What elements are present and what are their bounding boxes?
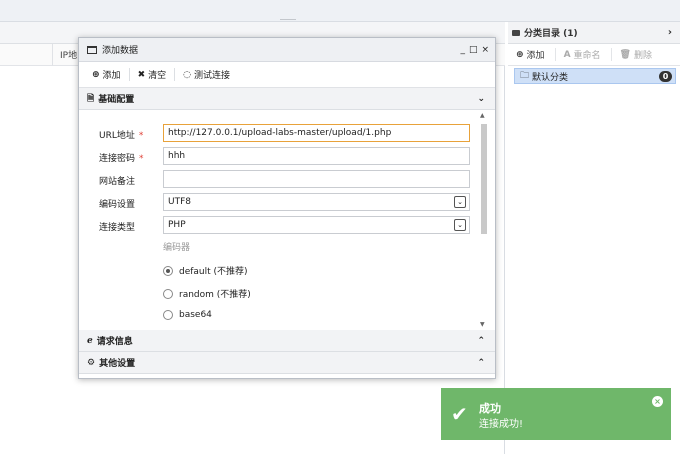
chevron-down-icon: ⌄: [477, 93, 485, 104]
trash-icon: 🗑: [619, 49, 631, 60]
encoding-value: UTF8: [168, 197, 191, 207]
top-bar: [0, 0, 680, 22]
encoding-select[interactable]: UTF8 ⌄: [163, 193, 470, 211]
basic-config-form: ▲ ▼ URL地址 * http://127.0.0.1/upload-labs-…: [79, 110, 495, 330]
password-label: 连接密码 *: [99, 154, 144, 164]
window-controls: _ □ ×: [460, 45, 489, 55]
scroll-up-icon[interactable]: ▲: [480, 112, 485, 119]
radio-selected-icon: [163, 265, 173, 276]
scroll-thumb[interactable]: [481, 124, 487, 234]
url-input[interactable]: http://127.0.0.1/upload-labs-master/uplo…: [163, 124, 470, 142]
chevron-down-icon: ⌄: [454, 196, 466, 208]
category-add-label: 添加: [526, 51, 545, 61]
category-delete-label: 删除: [633, 51, 652, 61]
refresh-icon: ◌: [183, 69, 191, 80]
scroll-down-icon[interactable]: ▼: [480, 321, 485, 328]
splitter-grip[interactable]: [280, 19, 296, 21]
dialog-toolbar: ⊕ 添加 ✖ 清空 ◌ 测试连接: [79, 62, 495, 88]
type-row: 连接类型 PHP ⌄: [79, 216, 479, 234]
type-value: PHP: [168, 220, 186, 230]
clear-button[interactable]: ✖ 清空: [138, 68, 176, 81]
chevron-up-icon: ⌃: [477, 357, 485, 368]
category-item-default[interactable]: 🗀 默认分类 0: [514, 68, 676, 84]
ie-icon: ℯ: [87, 335, 93, 346]
section-other-settings[interactable]: ⚙ 其他设置 ⌃: [79, 352, 495, 374]
add-data-dialog: 添加数据 _ □ × ⊕ 添加 ✖ 清空 ◌ 测试连接 🗎 基础配置 ⌄ ▲ ▼: [78, 37, 496, 379]
dialog-titlebar[interactable]: 添加数据 _ □ ×: [79, 38, 495, 62]
category-item-label: 默认分类: [532, 72, 569, 83]
category-rename-button[interactable]: A 重命名: [564, 48, 612, 61]
encoder-option-label: random (不推荐): [179, 290, 251, 300]
section-basic-title: 基础配置: [98, 95, 135, 105]
note-row: 网站备注: [79, 170, 479, 188]
radio-icon: [163, 288, 173, 299]
section-other-title: 其他设置: [99, 359, 136, 369]
category-panel-header: 分类目录 (1) ›: [508, 22, 680, 44]
folder-icon: [512, 29, 520, 36]
encoder-option-label: base64: [179, 310, 212, 320]
note-input[interactable]: [163, 170, 470, 188]
encoder-option-random[interactable]: random (不推荐): [163, 287, 251, 300]
category-count-badge: 0: [659, 70, 672, 82]
encoder-option-default[interactable]: default (不推荐): [163, 264, 248, 277]
type-label: 连接类型: [99, 223, 136, 233]
form-scrollbar[interactable]: ▲ ▼: [479, 112, 489, 328]
category-panel-title: 分类目录 (1): [524, 29, 578, 39]
test-connection-label: 测试连接: [193, 71, 230, 81]
category-toolbar: ⊕ 添加 A 重命名 🗑 删除: [508, 44, 680, 66]
encoding-label: 编码设置: [99, 200, 136, 210]
note-label: 网站备注: [99, 177, 136, 187]
close-button[interactable]: ×: [481, 45, 489, 55]
section-request-title: 请求信息: [96, 337, 133, 347]
close-icon: ✖: [137, 69, 146, 80]
font-icon: A: [563, 49, 571, 60]
list-icon: 🗎: [87, 93, 95, 104]
chevron-right-icon[interactable]: ›: [668, 27, 672, 38]
encoder-label: 编码器: [163, 243, 191, 253]
radio-icon: [163, 310, 173, 320]
category-add-button[interactable]: ⊕ 添加: [516, 48, 556, 61]
plus-icon: ⊕: [92, 69, 100, 80]
toast-title: 成功: [479, 402, 501, 415]
encoding-row: 编码设置 UTF8 ⌄: [79, 193, 479, 211]
minimize-button[interactable]: _: [460, 45, 465, 55]
add-button[interactable]: ⊕ 添加: [92, 68, 130, 81]
column-header-ip[interactable]: IP地: [60, 48, 77, 61]
maximize-button[interactable]: □: [469, 45, 478, 55]
category-rename-label: 重命名: [573, 51, 601, 61]
clear-button-label: 清空: [148, 71, 167, 81]
dialog-title: 添加数据: [102, 46, 139, 56]
type-select[interactable]: PHP ⌄: [163, 216, 470, 234]
encoder-option-label: default (不推荐): [179, 267, 248, 277]
url-label: URL地址 *: [99, 131, 144, 141]
chevron-up-icon: ⌃: [477, 335, 485, 346]
plus-icon: ⊕: [516, 49, 524, 60]
folder-open-icon: 🗀: [520, 71, 530, 81]
section-basic-config[interactable]: 🗎 基础配置 ⌄: [79, 88, 495, 110]
success-toast: ✔ 成功 连接成功! ×: [441, 388, 671, 440]
toast-message: 连接成功!: [479, 419, 524, 430]
check-icon: ✔: [451, 402, 468, 426]
chevron-down-icon: ⌄: [454, 219, 466, 231]
test-connection-button[interactable]: ◌ 测试连接: [183, 68, 238, 82]
password-input[interactable]: hhh: [163, 147, 470, 165]
gear-icon: ⚙: [87, 357, 96, 368]
encoder-option-base64[interactable]: base64: [163, 310, 212, 320]
column-separator[interactable]: [52, 44, 53, 66]
password-row: 连接密码 * hhh: [79, 147, 479, 165]
toast-close-icon[interactable]: ×: [652, 396, 663, 407]
category-delete-button[interactable]: 🗑 删除: [619, 48, 662, 62]
url-row: URL地址 * http://127.0.0.1/upload-labs-mast…: [79, 124, 479, 142]
window-icon: [87, 45, 97, 54]
section-request-info[interactable]: ℯ 请求信息 ⌃: [79, 330, 495, 352]
add-button-label: 添加: [102, 71, 121, 81]
